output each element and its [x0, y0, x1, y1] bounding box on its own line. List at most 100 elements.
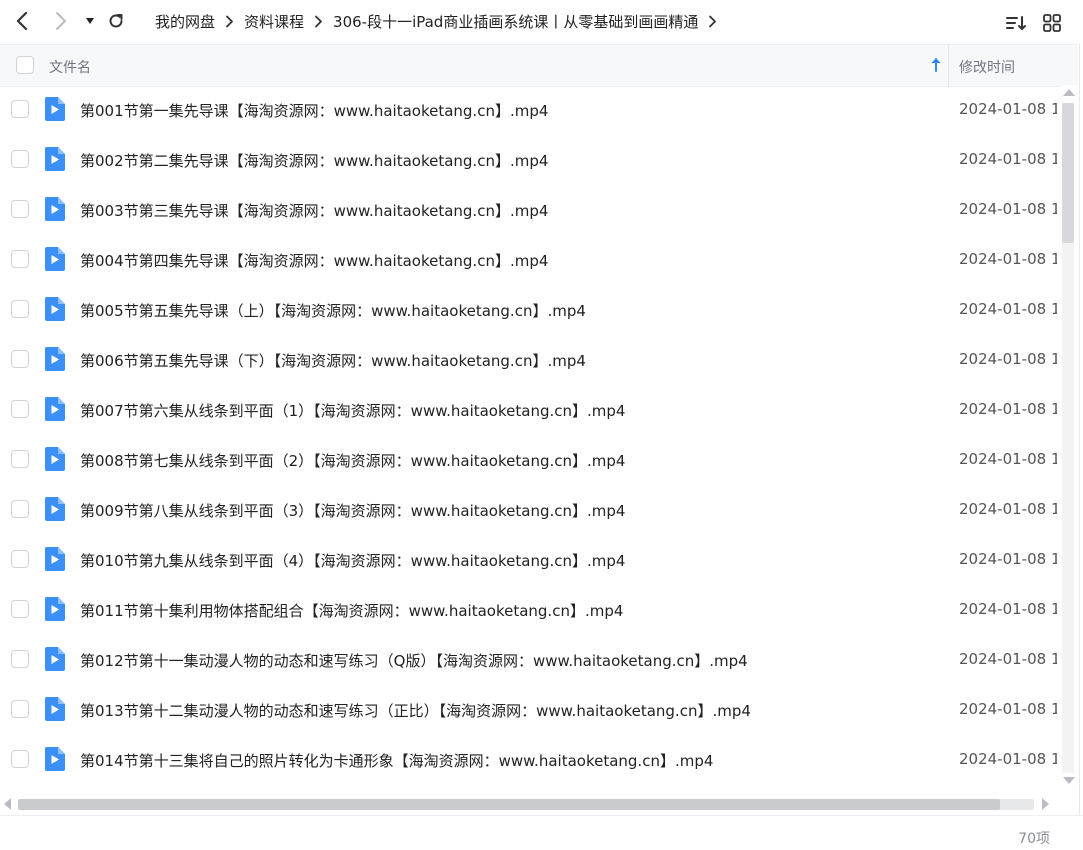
video-file-icon — [45, 597, 65, 621]
file-name[interactable]: 第003节第三集先导课【海淘资源网：www.haitaoketang.cn】.m… — [80, 200, 548, 221]
scroll-thumb[interactable] — [18, 799, 1000, 810]
sort-list-icon — [1006, 16, 1026, 30]
file-name[interactable]: 第005节第五集先导课（上）【海淘资源网：www.haitaoketang.cn… — [80, 300, 586, 321]
file-name[interactable]: 第012节第十一集动漫人物的动态和速写练习（Q版）【海淘资源网：www.hait… — [80, 650, 748, 671]
row-checkbox[interactable] — [11, 150, 29, 168]
scroll-up-icon[interactable] — [1063, 89, 1075, 96]
video-file-icon — [45, 497, 65, 521]
row-checkbox[interactable] — [11, 550, 29, 568]
file-name[interactable]: 第009节第八集从线条到平面（3）【海淘资源网：www.haitaoketang… — [80, 500, 625, 521]
video-file-icon — [45, 397, 65, 421]
row-checkbox[interactable] — [11, 650, 29, 668]
breadcrumb-separator-icon — [708, 15, 717, 28]
scroll-down-icon[interactable] — [1063, 777, 1075, 784]
horizontal-scrollbar[interactable] — [0, 795, 1060, 813]
file-name[interactable]: 第013节第十二集动漫人物的动态和速写练习（正比）【海淘资源网：www.hait… — [80, 700, 751, 721]
scroll-right-icon[interactable] — [1042, 798, 1049, 810]
breadcrumb-item-current[interactable]: 306-段十一iPad商业插画系统课丨从零基础到画画精通 — [333, 11, 698, 32]
item-count: 70项 — [1018, 831, 1050, 847]
grid-view-icon — [1043, 14, 1061, 32]
file-modified-time: 2024-01-08 1 — [959, 750, 1057, 768]
video-file-icon — [45, 97, 65, 121]
file-row[interactable]: 第014节第十三集将自己的照片转化为卡通形象【海淘资源网：www.haitaok… — [0, 735, 1060, 785]
file-modified-time: 2024-01-08 1 — [959, 450, 1057, 468]
video-file-icon — [45, 447, 65, 471]
video-file-icon — [45, 347, 65, 371]
caret-down-icon — [86, 18, 94, 24]
breadcrumb-item[interactable]: 资料课程 — [244, 11, 304, 32]
file-modified-time: 2024-01-08 1 — [959, 150, 1057, 168]
file-row[interactable]: 第006节第五集先导课（下）【海淘资源网：www.haitaoketang.cn… — [0, 335, 1060, 385]
file-name[interactable]: 第011节第十集利用物体搭配组合【海淘资源网：www.haitaoketang.… — [80, 600, 623, 621]
file-row[interactable]: 第013节第十二集动漫人物的动态和速写练习（正比）【海淘资源网：www.hait… — [0, 685, 1060, 735]
video-file-icon — [45, 647, 65, 671]
forward-button[interactable] — [47, 7, 75, 35]
refresh-button[interactable] — [102, 7, 130, 35]
file-name[interactable]: 第006节第五集先导课（下）【海淘资源网：www.haitaoketang.cn… — [80, 350, 586, 371]
row-checkbox[interactable] — [11, 100, 29, 118]
file-modified-time: 2024-01-08 1 — [959, 100, 1057, 118]
file-row[interactable]: 第011节第十集利用物体搭配组合【海淘资源网：www.haitaoketang.… — [0, 585, 1060, 635]
file-row[interactable]: 第012节第十一集动漫人物的动态和速写练习（Q版）【海淘资源网：www.hait… — [0, 635, 1060, 685]
row-checkbox[interactable] — [11, 450, 29, 468]
file-modified-time: 2024-01-08 1 — [959, 550, 1057, 568]
file-row[interactable]: 第010节第九集从线条到平面（4）【海淘资源网：www.haitaoketang… — [0, 535, 1060, 585]
file-row[interactable]: 第009节第八集从线条到平面（3）【海淘资源网：www.haitaoketang… — [0, 485, 1060, 535]
row-checkbox[interactable] — [11, 600, 29, 618]
row-checkbox[interactable] — [11, 350, 29, 368]
row-checkbox[interactable] — [11, 700, 29, 718]
column-header-name[interactable]: 文件名 — [49, 57, 91, 77]
status-bar: 70项 — [0, 815, 1083, 850]
row-checkbox[interactable] — [11, 400, 29, 418]
file-name[interactable]: 第014节第十三集将自己的照片转化为卡通形象【海淘资源网：www.haitaok… — [80, 750, 713, 771]
back-button[interactable] — [8, 7, 36, 35]
file-row[interactable]: 第007节第六集从线条到平面（1）【海淘资源网：www.haitaoketang… — [0, 385, 1060, 435]
file-name[interactable]: 第007节第六集从线条到平面（1）【海淘资源网：www.haitaoketang… — [80, 400, 625, 421]
breadcrumb-separator-icon — [225, 15, 234, 28]
file-modified-time: 2024-01-08 1 — [959, 600, 1057, 618]
video-file-icon — [45, 197, 65, 221]
file-list: 第001节第一集先导课【海淘资源网：www.haitaoketang.cn】.m… — [0, 85, 1060, 795]
file-modified-time: 2024-01-08 1 — [959, 650, 1057, 668]
breadcrumb-item[interactable]: 我的网盘 — [155, 11, 215, 32]
file-row[interactable]: 第003节第三集先导课【海淘资源网：www.haitaoketang.cn】.m… — [0, 185, 1060, 235]
file-name[interactable]: 第008节第七集从线条到平面（2）【海淘资源网：www.haitaoketang… — [80, 450, 625, 471]
breadcrumb: 我的网盘 资料课程 306-段十一iPad商业插画系统课丨从零基础到画画精通 — [155, 10, 727, 32]
history-dropdown-button[interactable] — [76, 7, 104, 35]
row-checkbox[interactable] — [11, 300, 29, 318]
chevron-right-icon — [56, 12, 66, 30]
vertical-scrollbar[interactable] — [1060, 85, 1078, 795]
file-name[interactable]: 第010节第九集从线条到平面（4）【海淘资源网：www.haitaoketang… — [80, 550, 625, 571]
row-checkbox[interactable] — [11, 750, 29, 768]
file-row[interactable]: 第001节第一集先导课【海淘资源网：www.haitaoketang.cn】.m… — [0, 85, 1060, 135]
panel-edge — [1079, 44, 1080, 815]
column-header-modified-time[interactable]: 修改时间 — [959, 57, 1015, 77]
video-file-icon — [45, 247, 65, 271]
grid-view-button[interactable] — [1041, 12, 1063, 34]
toolbar: 我的网盘 资料课程 306-段十一iPad商业插画系统课丨从零基础到画画精通 — [0, 0, 1083, 44]
file-modified-time: 2024-01-08 1 — [959, 700, 1057, 718]
breadcrumb-separator-icon — [314, 15, 323, 28]
file-name[interactable]: 第001节第一集先导课【海淘资源网：www.haitaoketang.cn】.m… — [80, 100, 548, 121]
row-checkbox[interactable] — [11, 500, 29, 518]
file-name[interactable]: 第004节第四集先导课【海淘资源网：www.haitaoketang.cn】.m… — [80, 250, 548, 271]
scroll-left-icon[interactable] — [4, 798, 11, 810]
file-row[interactable]: 第008节第七集从线条到平面（2）【海淘资源网：www.haitaoketang… — [0, 435, 1060, 485]
sort-button[interactable] — [1005, 12, 1027, 34]
row-checkbox[interactable] — [11, 200, 29, 218]
file-row[interactable]: 第002节第二集先导课【海淘资源网：www.haitaoketang.cn】.m… — [0, 135, 1060, 185]
row-checkbox[interactable] — [11, 250, 29, 268]
select-all-checkbox[interactable] — [16, 56, 34, 74]
column-divider[interactable] — [948, 45, 949, 86]
file-name[interactable]: 第002节第二集先导课【海淘资源网：www.haitaoketang.cn】.m… — [80, 150, 548, 171]
file-row[interactable]: 第004节第四集先导课【海淘资源网：www.haitaoketang.cn】.m… — [0, 235, 1060, 285]
file-row[interactable]: 第005节第五集先导课（上）【海淘资源网：www.haitaoketang.cn… — [0, 285, 1060, 335]
file-modified-time: 2024-01-08 1 — [959, 350, 1057, 368]
scroll-thumb[interactable] — [1062, 103, 1074, 243]
file-modified-time: 2024-01-08 1 — [959, 300, 1057, 318]
video-file-icon — [45, 297, 65, 321]
file-modified-time: 2024-01-08 1 — [959, 200, 1057, 218]
video-file-icon — [45, 547, 65, 571]
file-modified-time: 2024-01-08 1 — [959, 500, 1057, 518]
arrow-up-icon[interactable] — [929, 57, 943, 73]
